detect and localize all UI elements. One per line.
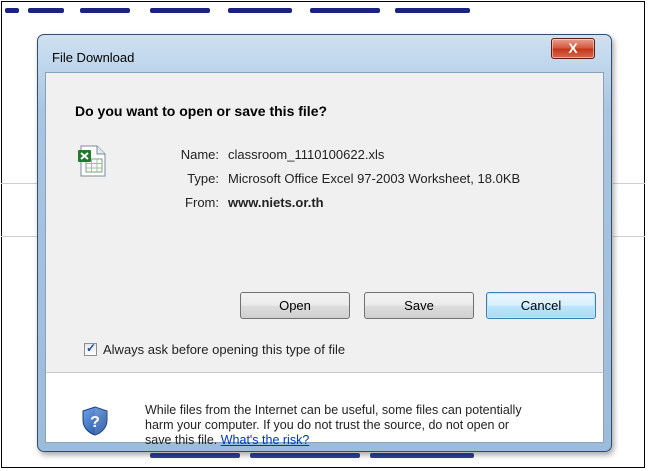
always-ask-checkbox[interactable]: ✓ [84,341,97,356]
warning-line-3: save this file. What's the risk? [145,433,605,448]
dialog-body: Do you want to open or save this file? N… [45,72,604,447]
dialog-question: Do you want to open or save this file? [75,103,328,119]
background-page-text [150,451,480,467]
warning-line-1: While files from the Internet can be use… [145,403,522,417]
open-button[interactable]: Open [240,292,350,319]
dialog-title: File Download [52,50,135,65]
background-divider [613,236,645,237]
from-value: www.niets.or.th [228,195,324,210]
always-ask-label[interactable]: Always ask before opening this type of f… [103,342,345,357]
warning-line-2: harm your computer. If you do not trust … [145,418,510,432]
type-value: Microsoft Office Excel 97-2003 Worksheet… [228,171,521,186]
close-button[interactable]: X [551,38,595,59]
security-shield-question-icon: ? [82,406,108,436]
background-divider [613,183,645,184]
warning-line-3-text: save this file. [145,433,218,447]
background-divider [1,183,37,184]
warning-text: While files from the Internet can be use… [145,403,605,448]
whats-the-risk-link[interactable]: What's the risk? [221,433,310,447]
file-download-dialog: File Download X Do you want to open or s… [37,34,612,452]
type-label: Type: [187,171,219,186]
excel-file-icon [78,145,106,177]
name-label: Name: [180,147,219,162]
name-value: classroom_1110100622.xls [228,147,385,162]
svg-text:?: ? [90,414,100,431]
background-page-text [0,2,648,24]
cancel-button[interactable]: Cancel [486,292,596,319]
background-divider [1,236,37,237]
from-label: From: [185,195,219,210]
save-button[interactable]: Save [364,292,474,319]
checkmark-icon: ✓ [86,341,97,355]
